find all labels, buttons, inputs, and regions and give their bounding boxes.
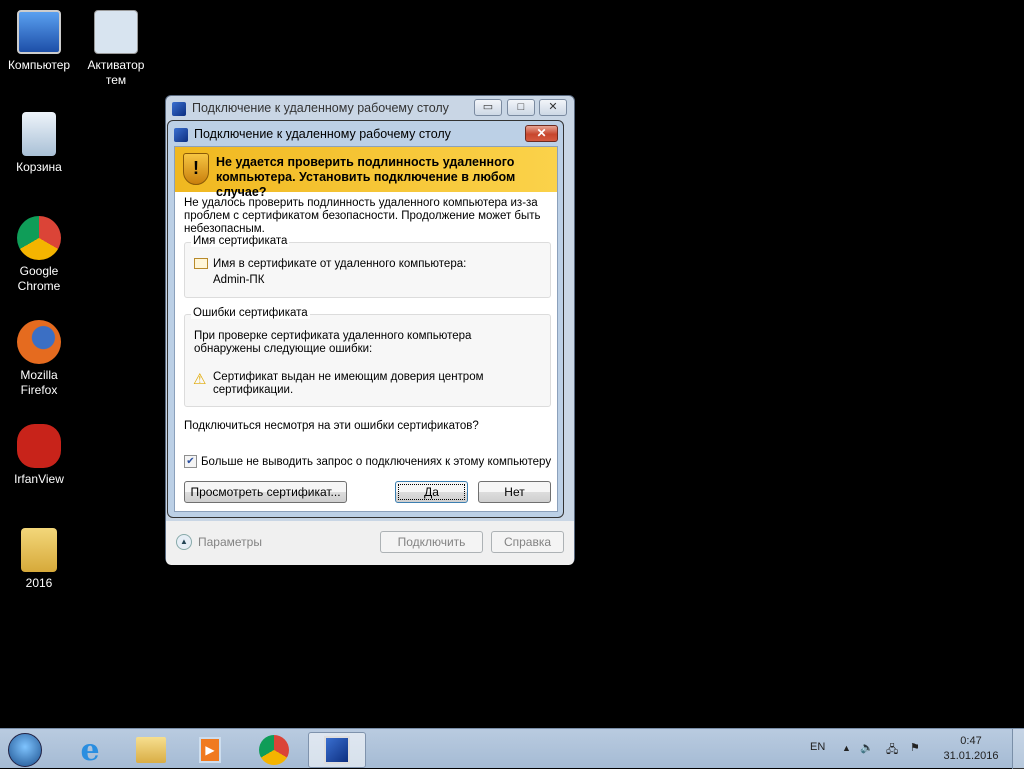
show-hidden-icons[interactable]: ▲ [842,743,851,753]
icon-label: Активатор тем [87,58,145,87]
taskbar-media-player[interactable]: ▶ [184,732,236,768]
cert-errors-text: При проверке сертификата удаленного комп… [194,330,472,355]
gear-icon [94,10,138,54]
clock-date: 31.01.2016 [943,750,999,762]
media-player-icon: ▶ [199,737,221,763]
firefox-icon [17,320,61,364]
desktop-icon-chrome[interactable]: Google Chrome [1,216,77,294]
icon-label: Mozilla Firefox [20,368,58,397]
cert-name-value: Admin-ПК [213,274,265,286]
volume-icon[interactable]: 🔈 [860,741,874,754]
network-icon[interactable]: 🖧 [886,741,898,760]
cert-errors-group: Ошибки сертификата При проверке сертифик… [184,307,551,407]
close-button[interactable]: ✕ [539,99,567,116]
folder-icon [136,737,166,763]
warning-icon: ⚠ [193,371,207,388]
group-label: Имя сертификата [191,235,290,247]
taskbar-explorer[interactable] [125,732,177,768]
cert-error-item: Сертификат выдан не имеющим доверия цент… [213,371,484,396]
dont-ask-checkbox[interactable]: ✔ [184,455,197,468]
remote-desktop-icon [172,102,186,116]
view-certificate-button[interactable]: Просмотреть сертификат... [184,481,347,503]
icon-label: Google Chrome [17,264,61,293]
cert-name-text: Имя в сертификате от удаленного компьюте… [213,258,467,270]
options-label: Параметры [198,535,262,549]
icon-label: 2016 [25,576,53,590]
computer-icon [17,10,61,54]
dialog-close-button[interactable]: ✕ [525,125,558,142]
desktop-icon-irfanview[interactable]: IrfanView [1,424,77,487]
desktop-icon-theme-activator[interactable]: Активатор тем [78,10,154,88]
internet-explorer-icon: e [80,732,100,768]
yes-button[interactable]: Да [395,481,468,503]
icon-label: IrfanView [14,472,64,486]
cert-name-group: Имя сертификата Имя в сертификате от уда… [184,235,551,298]
chrome-icon [259,735,289,765]
options-toggle[interactable]: ▲ Параметры [176,534,262,550]
windows-logo-icon [8,733,42,767]
action-center-flag-icon[interactable]: ⚑ [910,741,920,754]
certificate-warning-dialog: Подключение к удаленному рабочему столу … [167,120,564,518]
group-label: Ошибки сертификата [191,307,310,319]
start-button[interactable] [0,732,50,768]
warning-banner: ! Не удается проверить подлинность удале… [175,147,557,199]
question-text: Подключиться несмотря на эти ошибки серт… [184,420,479,432]
desktop-icon-computer[interactable]: Компьютер [1,10,77,73]
remote-desktop-icon [174,128,188,142]
chrome-icon [17,216,61,260]
desktop-icon-recycle-bin[interactable]: Корзина [1,112,77,175]
maximize-button[interactable]: □ [507,99,535,116]
language-indicator[interactable]: EN [810,741,825,753]
irfanview-icon [17,424,61,468]
desktop-icon-folder-2016[interactable]: 2016 [1,528,77,591]
taskbar-internet-explorer[interactable]: e [64,732,116,768]
desktop-icon-firefox[interactable]: Mozilla Firefox [1,320,77,398]
description-text: Не удалось проверить подлинность удаленн… [184,197,541,235]
folder-icon [21,528,57,572]
minimize-button[interactable]: ▭ [474,99,502,116]
connect-button[interactable]: Подключить [380,531,483,553]
dont-ask-checkbox-row[interactable]: ✔ Больше не выводить запрос о подключени… [184,455,551,468]
window-title: Подключение к удаленному рабочему столу [192,101,449,115]
banner-text: Не удается проверить подлинность удаленн… [216,155,516,199]
no-button[interactable]: Нет [478,481,551,503]
dialog-content: ! Не удается проверить подлинность удале… [174,146,558,512]
certificate-icon [194,258,208,269]
taskbar-remote-desktop[interactable] [308,732,366,768]
checkbox-label: Больше не выводить запрос о подключениях… [201,455,552,468]
remote-desktop-icon [324,736,350,764]
chevron-up-icon: ▲ [176,534,192,550]
shield-warning-icon: ! [183,153,209,185]
show-desktop-button[interactable] [1012,729,1024,769]
clock-time: 0:47 [960,735,982,747]
taskbar: e ▶ EN ▲ 🔈 🖧 ⚑ 0:47 31.01.2016 [0,728,1024,769]
dialog-title: Подключение к удаленному рабочему столу [194,127,451,141]
taskbar-chrome[interactable] [248,732,300,768]
window-bottom-bar: ▲ Параметры Подключить Справка [166,521,574,565]
recycle-bin-icon [22,112,56,156]
icon-label: Компьютер [7,58,71,72]
icon-label: Корзина [16,160,62,174]
help-button[interactable]: Справка [491,531,564,553]
clock[interactable]: 0:47 31.01.2016 [938,734,1004,764]
